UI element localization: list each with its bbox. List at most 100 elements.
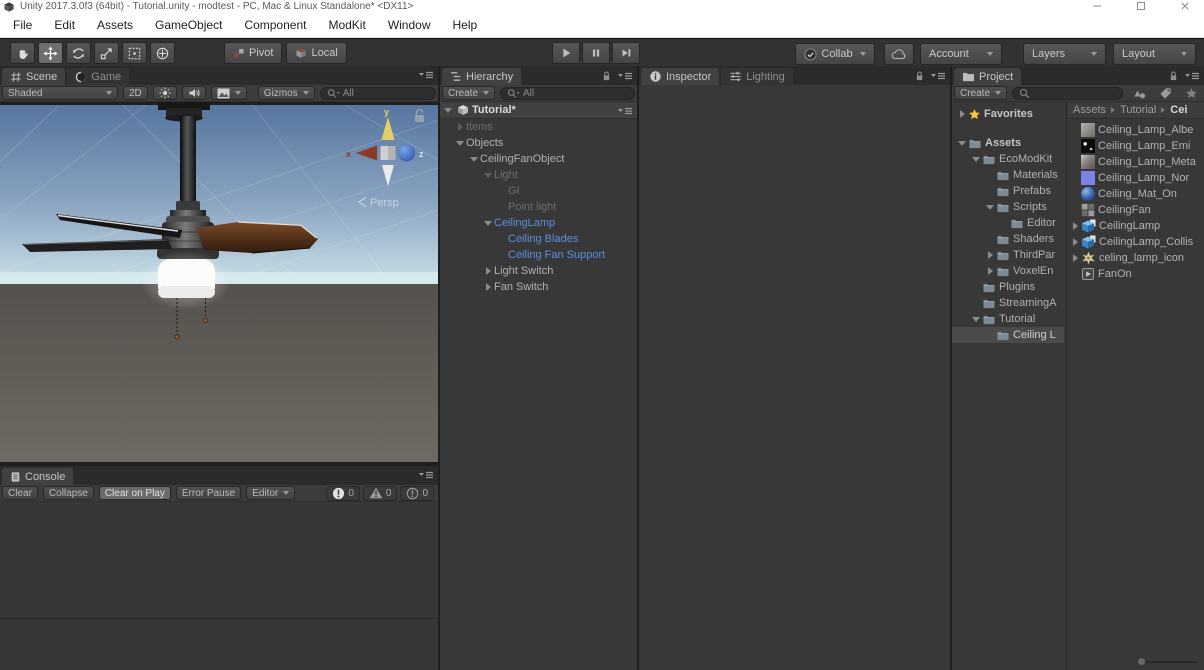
tab-hierarchy[interactable]: Hierarchy — [442, 68, 521, 85]
project-create-dropdown[interactable]: Create — [954, 86, 1007, 100]
expander-arrow[interactable] — [984, 205, 996, 210]
tool-hand-button[interactable] — [10, 42, 35, 64]
expander-arrow[interactable] — [1069, 254, 1081, 262]
tab-project[interactable]: Project — [954, 68, 1021, 85]
menu-item-window[interactable]: Window — [377, 13, 442, 37]
expander-arrow[interactable] — [956, 110, 968, 118]
project-folder-assets[interactable]: Assets — [952, 135, 1064, 151]
project-file-ceiling-lamp-albe[interactable]: Ceiling_Lamp_Albe — [1067, 122, 1204, 138]
hierarchy-item-items[interactable]: Items — [440, 119, 637, 135]
menu-item-help[interactable]: Help — [442, 13, 489, 37]
project-file-ceiling-lamp-meta[interactable]: Ceiling_Lamp_Meta — [1067, 154, 1204, 170]
console-log-area[interactable] — [0, 502, 438, 670]
project-folder-prefabs[interactable]: Prefabs — [952, 183, 1064, 199]
menu-item-edit[interactable]: Edit — [43, 13, 86, 37]
thumbnail-size-slider[interactable] — [1067, 654, 1204, 670]
project-folder-ceiling-l[interactable]: Ceiling L — [952, 327, 1064, 343]
expander-arrow[interactable] — [1069, 238, 1081, 246]
pivot-toggle-button[interactable]: Pivot — [224, 42, 282, 64]
expander-arrow[interactable] — [1069, 222, 1081, 230]
console-clear-on-play-button[interactable]: Clear on Play — [99, 486, 171, 500]
project-file-fanon[interactable]: FanOn — [1067, 266, 1204, 282]
breadcrumb-segment-cei[interactable]: Cei — [1170, 104, 1187, 116]
project-folder-scripts[interactable]: Scripts — [952, 199, 1064, 215]
layers-dropdown[interactable]: Layers — [1023, 43, 1106, 65]
step-button[interactable] — [612, 42, 640, 64]
project-folder-thirdpar[interactable]: ThirdPar — [952, 247, 1064, 263]
tool-rect-button[interactable] — [122, 42, 147, 64]
project-search-input[interactable] — [1012, 87, 1123, 100]
lock-icon[interactable] — [601, 70, 612, 82]
breadcrumb-segment-tutorial[interactable]: Tutorial — [1120, 104, 1156, 116]
console-collapse-button[interactable]: Collapse — [43, 486, 94, 500]
project-file-ceiling-lamp-emi[interactable]: Ceiling_Lamp_Emi — [1067, 138, 1204, 154]
console-error-toggle[interactable]: 0 — [326, 486, 360, 501]
tab-console[interactable]: Console — [2, 468, 73, 485]
tool-transform-button[interactable] — [150, 42, 175, 64]
menu-item-gameobject[interactable]: GameObject — [144, 13, 233, 37]
project-folder-voxelen[interactable]: VoxelEn — [952, 263, 1064, 279]
hierarchy-create-dropdown[interactable]: Create — [442, 86, 495, 100]
scene-effects-dropdown[interactable] — [211, 86, 247, 100]
project-file-ceiling-mat-on[interactable]: Ceiling_Mat_On — [1067, 186, 1204, 202]
expander-arrow[interactable] — [482, 173, 494, 178]
breadcrumb[interactable]: Assets Tutorial Cei — [1067, 102, 1204, 119]
hierarchy-item-gi[interactable]: GI — [440, 183, 637, 199]
tab-game[interactable]: Game — [67, 68, 129, 85]
panel-menu-icon[interactable] — [618, 106, 633, 116]
expander-arrow[interactable] — [970, 317, 982, 322]
layout-dropdown[interactable]: Layout — [1113, 43, 1196, 65]
project-file-ceilinglamp[interactable]: CeilingLamp — [1067, 218, 1204, 234]
search-by-type-icon[interactable] — [1128, 85, 1150, 101]
tab-scene[interactable]: Scene — [2, 68, 65, 85]
slider-knob[interactable] — [1137, 657, 1146, 666]
project-folder-shaders[interactable]: Shaders — [952, 231, 1064, 247]
hierarchy-item-light-switch[interactable]: Light Switch — [440, 263, 637, 279]
lock-icon[interactable] — [1168, 70, 1179, 82]
project-folder-plugins[interactable]: Plugins — [952, 279, 1064, 295]
expander-arrow[interactable] — [984, 251, 996, 259]
lock-icon[interactable] — [914, 70, 925, 82]
cloud-services-button[interactable] — [884, 43, 914, 65]
hierarchy-item-objects[interactable]: Objects — [440, 135, 637, 151]
menu-item-component[interactable]: Component — [233, 13, 317, 37]
console-warning-toggle[interactable]: 0 — [363, 486, 398, 501]
hierarchy-item-ceiling-blades[interactable]: Ceiling Blades — [440, 231, 637, 247]
favorites-star-icon[interactable] — [1181, 85, 1202, 101]
tab-lighting[interactable]: Lighting — [721, 68, 793, 85]
scene-asset-header[interactable]: Tutorial* — [440, 102, 637, 119]
scene-audio-toggle[interactable] — [182, 86, 206, 100]
shading-mode-dropdown[interactable]: Shaded — [2, 86, 118, 100]
hierarchy-item-fan-switch[interactable]: Fan Switch — [440, 279, 637, 295]
hierarchy-item-ceiling-fan-support[interactable]: Ceiling Fan Support — [440, 247, 637, 263]
panel-menu-icon[interactable] — [419, 70, 434, 80]
panel-menu-icon[interactable] — [618, 71, 633, 81]
account-dropdown[interactable]: Account — [920, 43, 1002, 65]
gizmos-dropdown[interactable]: Gizmos — [258, 86, 315, 100]
panel-menu-icon[interactable] — [931, 71, 946, 81]
minimize-button[interactable] — [1088, 0, 1106, 12]
console-clear-button[interactable]: Clear — [2, 486, 38, 500]
project-folder-ecomodkit[interactable]: EcoModKit — [952, 151, 1064, 167]
project-folder-materials[interactable]: Materials — [952, 167, 1064, 183]
console-info-toggle[interactable]: 0 — [400, 486, 434, 501]
expander-arrow[interactable] — [482, 221, 494, 226]
project-file-ceiling-lamp-nor[interactable]: Ceiling_Lamp_Nor — [1067, 170, 1204, 186]
expander-arrow[interactable] — [454, 123, 466, 131]
panel-menu-icon[interactable] — [419, 470, 434, 480]
breadcrumb-segment-assets[interactable]: Assets — [1073, 104, 1106, 116]
local-toggle-button[interactable]: Local — [286, 42, 346, 64]
expander-arrow[interactable] — [444, 108, 452, 113]
project-file-ceilinglamp-collis[interactable]: CeilingLamp_Collis — [1067, 234, 1204, 250]
collab-dropdown[interactable]: Collab — [795, 43, 875, 65]
gizmo-z-axis[interactable] — [398, 145, 415, 162]
tab-inspector[interactable]: Inspector — [641, 68, 719, 85]
console-editor-button[interactable]: Editor — [246, 486, 295, 500]
play-button[interactable] — [552, 42, 580, 64]
2d-toggle-button[interactable]: 2D — [123, 86, 148, 100]
hierarchy-item-ceilinglamp[interactable]: CeilingLamp — [440, 215, 637, 231]
project-file-ceilingfan[interactable]: CeilingFan — [1067, 202, 1204, 218]
tool-rotate-button[interactable] — [66, 42, 91, 64]
expander-arrow[interactable] — [468, 157, 480, 162]
pause-button[interactable] — [582, 42, 610, 64]
